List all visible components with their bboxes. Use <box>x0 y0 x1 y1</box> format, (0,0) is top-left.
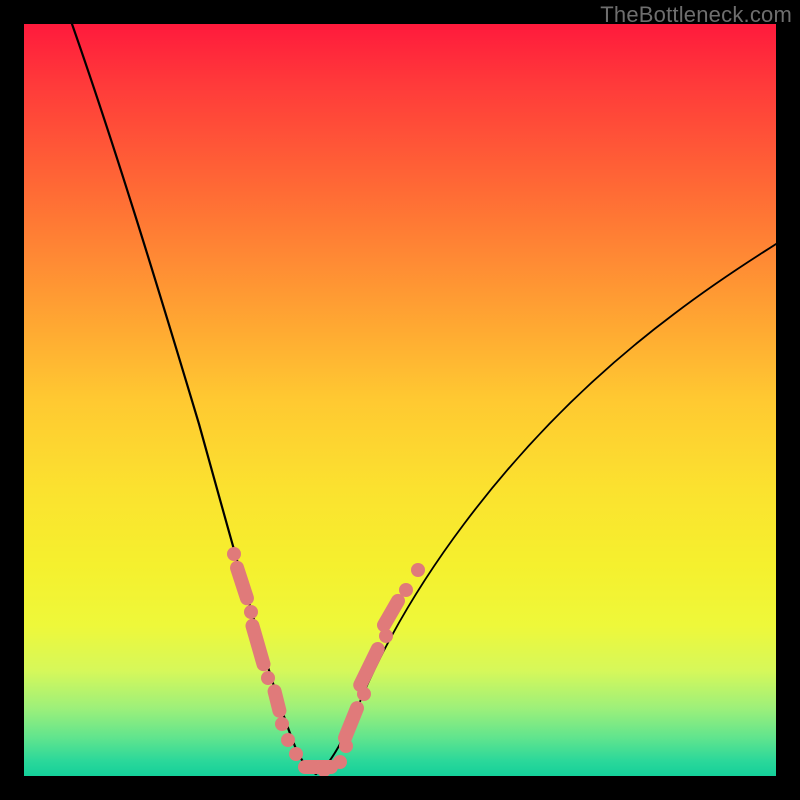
marker-pill <box>336 699 366 747</box>
chart-plot-area <box>24 24 776 776</box>
marker-pill <box>351 640 387 695</box>
marker-pill <box>266 683 288 719</box>
watermark-text: TheBottleneck.com <box>600 2 792 28</box>
marker-pill <box>244 617 272 673</box>
marker-dot <box>275 717 289 731</box>
marker-dot <box>289 747 303 761</box>
marker-dot <box>281 733 295 747</box>
marker-dot <box>227 547 241 561</box>
chart-svg <box>24 24 776 776</box>
chart-frame: TheBottleneck.com <box>0 0 800 800</box>
curve-right-branch <box>316 244 776 774</box>
marker-dot <box>261 671 275 685</box>
curve-left-branch <box>72 24 316 774</box>
marker-dot <box>244 605 258 619</box>
marker-dot <box>399 583 413 597</box>
marker-pill <box>374 591 407 634</box>
marker-dot <box>333 755 347 769</box>
marker-pill <box>228 559 256 607</box>
marker-dot <box>411 563 425 577</box>
